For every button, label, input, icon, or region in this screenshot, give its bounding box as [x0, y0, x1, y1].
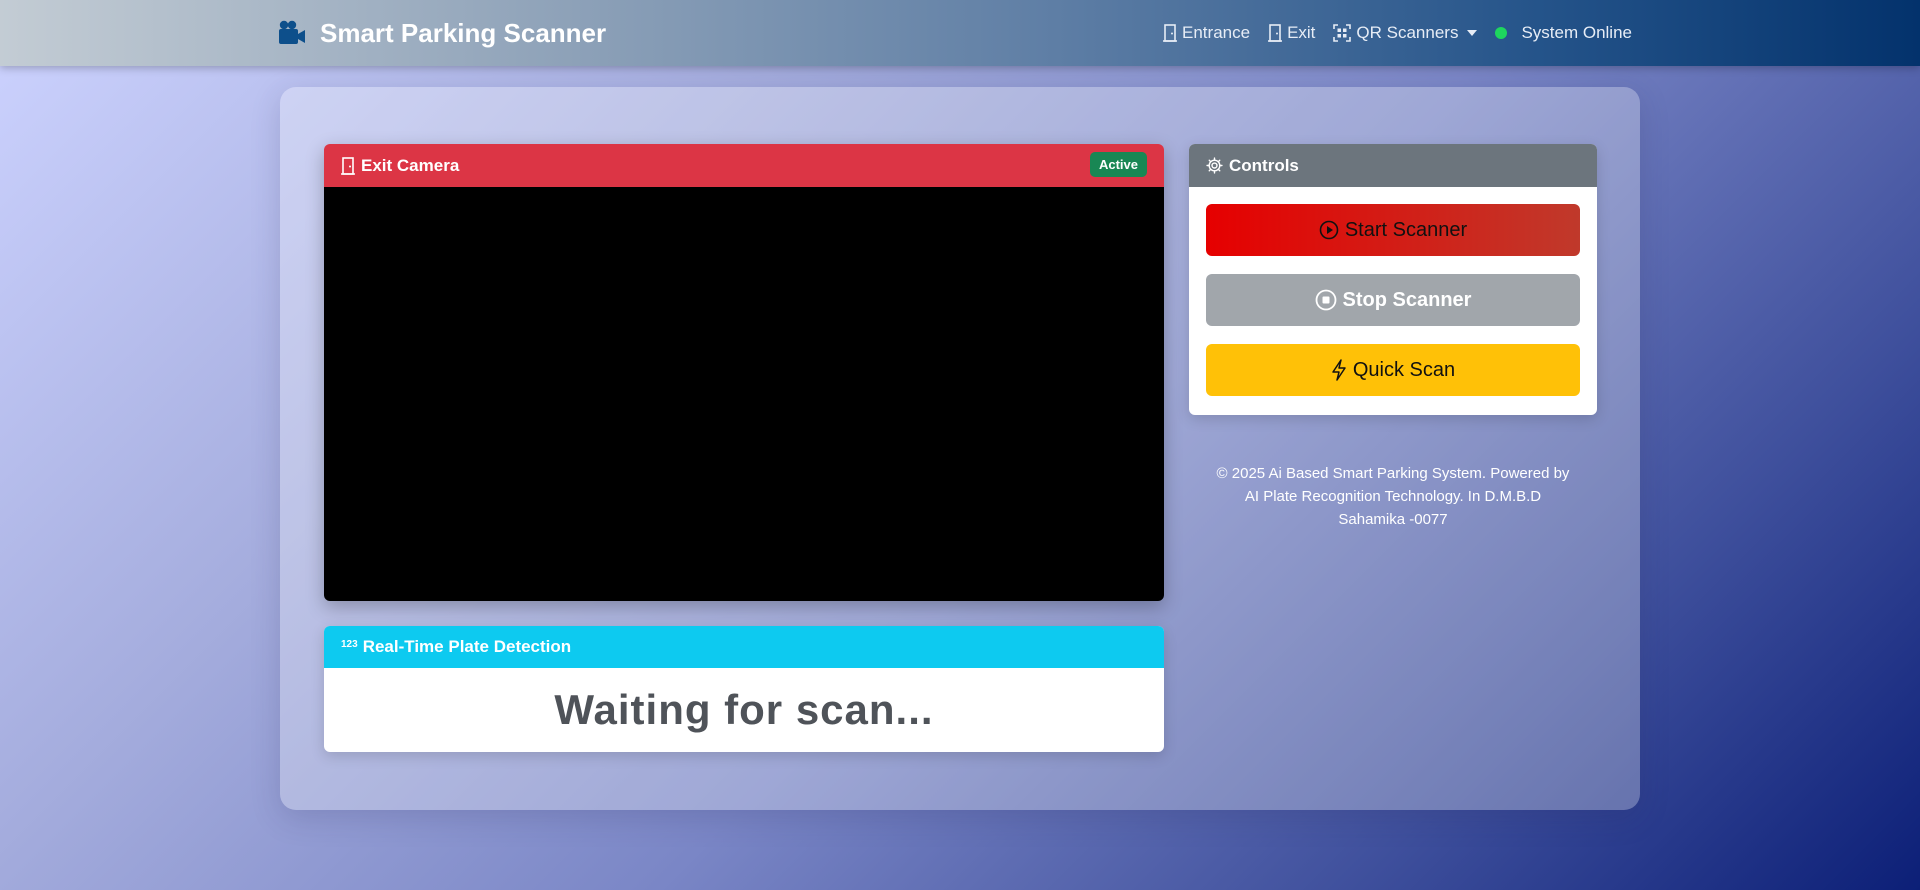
door-icon — [341, 156, 355, 175]
nav-qr-scanners-dropdown[interactable]: QR Scanners — [1333, 23, 1478, 43]
status-text: System Online — [1521, 23, 1632, 42]
plate-detection-header: 123 Real-Time Plate Detection — [324, 626, 1164, 668]
controls-title: Controls — [1229, 155, 1299, 175]
nav-links: Entrance Exit QR Scanners System Online — [1163, 18, 1632, 48]
plate-detection-title: Real-Time Plate Detection — [362, 637, 572, 656]
status-badge: Active — [1089, 152, 1147, 177]
start-scanner-button[interactable]: Start Scanner — [1206, 204, 1580, 256]
door-icon — [1163, 24, 1178, 42]
system-status: System Online — [1495, 23, 1632, 43]
qr-scan-icon — [1333, 24, 1352, 42]
camera-feed — [324, 187, 1164, 601]
plate-result: Waiting for scan... — [554, 686, 934, 733]
brand[interactable]: Smart Parking Scanner — [278, 15, 606, 51]
nav-entrance-label: Entrance — [1182, 23, 1251, 42]
navbar: Smart Parking Scanner Entrance Exit QR S… — [0, 0, 1920, 66]
nav-entrance[interactable]: Entrance — [1163, 23, 1250, 43]
camera-card: Exit Camera Active — [324, 144, 1164, 601]
footer-copyright: © 2025 Ai Based Smart Parking System. Po… — [1216, 465, 1570, 528]
play-circle-icon — [1319, 220, 1339, 240]
nav-qr-scanners-label: QR Scanners — [1356, 23, 1459, 42]
controls-header: Controls — [1189, 144, 1597, 187]
numbers-icon: 123 — [341, 638, 358, 650]
stop-scanner-button[interactable]: Stop Scanner — [1206, 274, 1580, 326]
brand-title: Smart Parking Scanner — [320, 17, 607, 48]
plate-detection-card: 123 Real-Time Plate Detection Waiting fo… — [324, 626, 1164, 752]
start-scanner-label: Start Scanner — [1344, 218, 1468, 241]
video-camera-icon — [279, 20, 305, 44]
quick-scan-button[interactable]: Quick Scan — [1206, 344, 1580, 396]
nav-exit[interactable]: Exit — [1268, 23, 1315, 43]
lightning-icon — [1332, 359, 1346, 381]
status-dot-icon — [1495, 27, 1508, 39]
gear-icon — [1206, 157, 1223, 174]
chevron-down-icon — [1467, 30, 1478, 36]
nav-exit-label: Exit — [1287, 23, 1316, 42]
quick-scan-label: Quick Scan — [1352, 358, 1456, 381]
door-icon — [1268, 24, 1283, 42]
stop-circle-icon — [1315, 289, 1336, 311]
camera-header: Exit Camera Active — [324, 144, 1164, 187]
camera-title: Exit Camera — [361, 155, 460, 175]
stop-scanner-label: Stop Scanner — [1342, 288, 1472, 311]
controls-card: Controls Start Scanner Stop Scanner Quic… — [1189, 144, 1597, 415]
